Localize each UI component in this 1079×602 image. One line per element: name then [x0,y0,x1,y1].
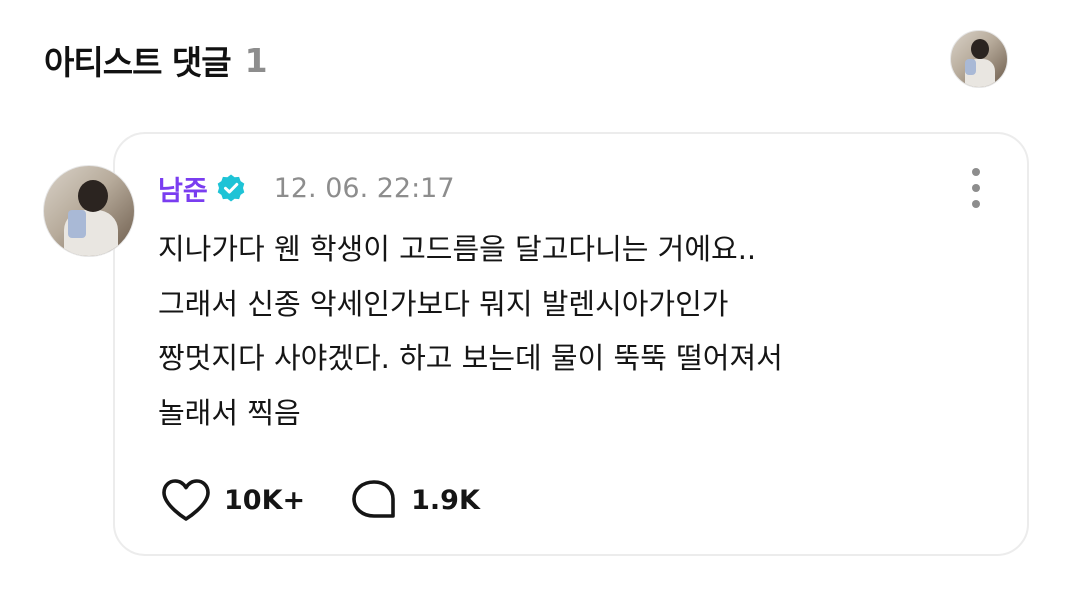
avatar-phone [68,210,86,238]
more-dot [972,184,980,192]
header-avatar[interactable] [950,30,1008,88]
comment-actions: 10K+ 1.9K [160,475,480,525]
like-button[interactable]: 10K+ [160,477,305,523]
more-dot [972,200,980,208]
avatar-hair [78,180,108,212]
author-name[interactable]: 남준 [158,169,208,208]
avatar-phone [965,59,976,75]
reply-button[interactable]: 1.9K [349,477,480,523]
avatar-hair [971,39,989,59]
comment-count: 1 [244,40,268,80]
section-header: 아티스트 댓글 1 [44,30,268,90]
more-options-button[interactable] [965,168,987,208]
comment-meta: 남준 12. 06. 22:17 [158,168,455,208]
like-count: 10K+ [224,484,306,516]
reply-count: 1.9K [411,484,480,516]
section-title: 아티스트 댓글 [44,43,232,82]
speech-bubble-icon [349,477,399,523]
comment-timestamp: 12. 06. 22:17 [273,172,455,204]
comment-body: 지나가다 웬 학생이 고드름을 달고다니는 거에요.. 그래서 신종 악세인가보… [158,232,783,430]
more-vertical-icon [972,168,980,176]
verified-badge-icon [216,173,246,203]
author-avatar[interactable] [43,165,135,257]
heart-outline-icon [160,477,212,523]
